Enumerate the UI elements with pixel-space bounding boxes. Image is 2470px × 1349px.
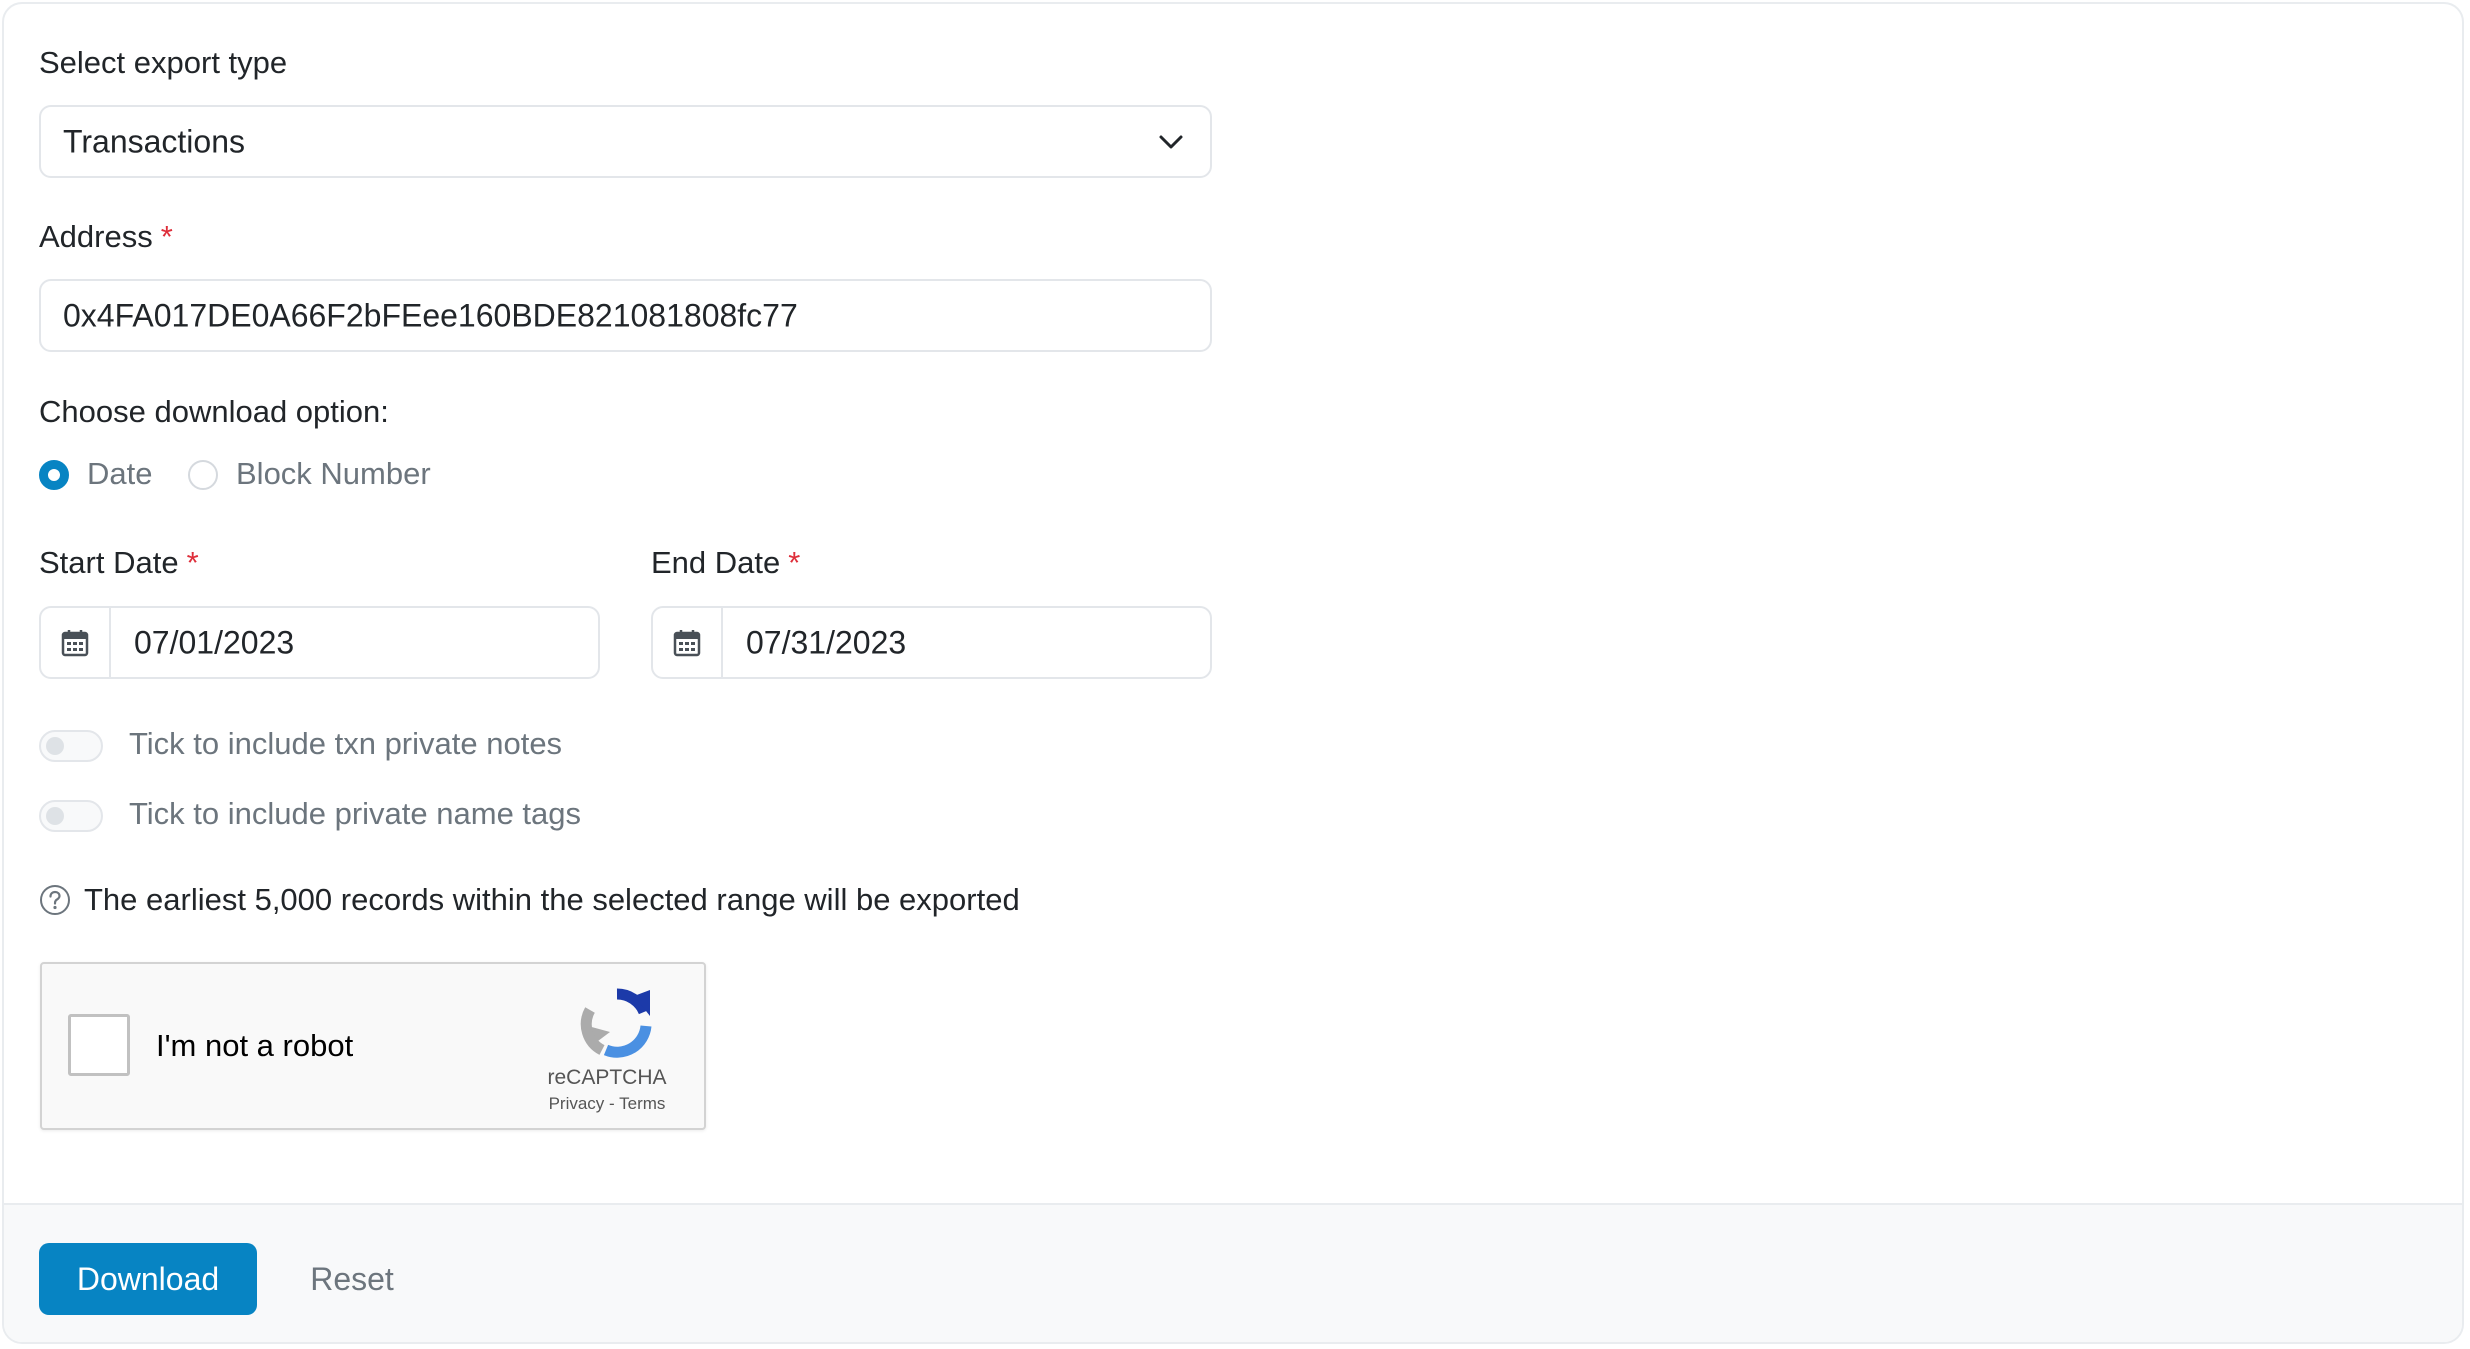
- required-marker: *: [186, 545, 199, 580]
- download-option-label-text: Choose download option:: [39, 394, 389, 429]
- toggle-private-name-tags[interactable]: [39, 800, 103, 832]
- calendar-icon: [673, 629, 701, 656]
- toggle-private-notes[interactable]: [39, 730, 103, 762]
- address-input[interactable]: 0x4FA017DE0A66F2bFEee160BDE821081808fc77: [39, 279, 1212, 352]
- radio-block-number[interactable]: [188, 460, 218, 490]
- recaptcha-links-separator: -: [609, 1094, 615, 1113]
- required-marker: *: [160, 219, 173, 254]
- start-date-input[interactable]: 07/01/2023: [39, 606, 600, 679]
- download-button[interactable]: Download: [39, 1243, 257, 1315]
- export-type-label: Select export type: [39, 44, 287, 81]
- required-marker: *: [788, 545, 801, 580]
- end-date-calendar-button[interactable]: [653, 608, 723, 677]
- radio-block-number-label[interactable]: Block Number: [236, 456, 431, 492]
- question-circle-icon: [40, 885, 70, 915]
- end-date-label: End Date *: [651, 544, 800, 581]
- export-type-select[interactable]: Transactions: [39, 105, 1212, 178]
- reset-button[interactable]: Reset: [284, 1243, 420, 1315]
- export-type-label-text: Select export type: [39, 45, 288, 80]
- start-date-value: 07/01/2023: [134, 624, 295, 660]
- export-limit-info: The earliest 5,000 records within the se…: [84, 882, 1020, 917]
- recaptcha-checkbox[interactable]: [68, 1014, 130, 1076]
- end-date-label-text: End Date: [651, 545, 781, 580]
- toggle-knob: [46, 807, 64, 825]
- recaptcha-brand: reCAPTCHA: [547, 1066, 667, 1089]
- radio-date[interactable]: [39, 460, 69, 490]
- recaptcha-links: Privacy - Terms: [512, 1094, 702, 1114]
- start-date-label: Start Date *: [39, 544, 199, 581]
- recaptcha-widget: I'm not a robot reCAPTCHA Privacy - Term…: [40, 962, 706, 1130]
- address-input-value: 0x4FA017DE0A66F2bFEee160BDE821081808fc77: [63, 297, 798, 333]
- address-label-text: Address: [39, 219, 153, 254]
- radio-date-label[interactable]: Date: [87, 456, 152, 492]
- calendar-icon: [61, 629, 89, 656]
- export-card: Select export type Transactions Address *…: [2, 2, 2464, 1344]
- address-label: Address *: [39, 218, 173, 255]
- recaptcha-label: I'm not a robot: [156, 1028, 354, 1063]
- download-option-label: Choose download option:: [39, 393, 389, 430]
- export-type-selected-value: Transactions: [63, 123, 245, 159]
- recaptcha-terms-link[interactable]: Terms: [619, 1094, 665, 1113]
- chevron-down-icon: [1159, 135, 1183, 148]
- recaptcha-logo-icon: [580, 988, 652, 1058]
- toggle-private-notes-label[interactable]: Tick to include txn private notes: [129, 726, 562, 762]
- form-footer: Download Reset: [4, 1203, 2462, 1342]
- toggle-knob: [46, 737, 64, 755]
- toggle-private-name-tags-label[interactable]: Tick to include private name tags: [129, 796, 581, 832]
- start-date-label-text: Start Date: [39, 545, 179, 580]
- recaptcha-privacy-link[interactable]: Privacy: [549, 1094, 605, 1113]
- end-date-input[interactable]: 07/31/2023: [651, 606, 1212, 679]
- start-date-calendar-button[interactable]: [41, 608, 111, 677]
- end-date-value: 07/31/2023: [746, 624, 907, 660]
